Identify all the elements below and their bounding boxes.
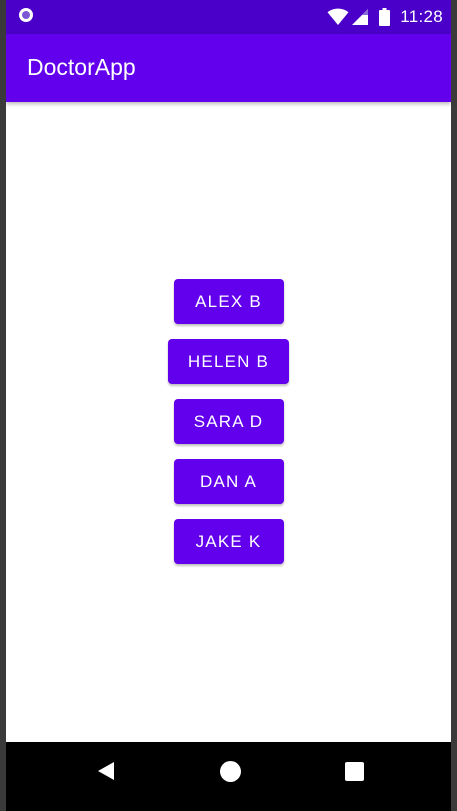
wifi-icon: [327, 8, 349, 25]
app-screen: 11:28 DoctorApp ALEX B HELEN B SARA D DA…: [6, 0, 451, 811]
doctor-button-alex-b[interactable]: ALEX B: [173, 279, 284, 324]
doctor-button-dan-a[interactable]: DAN A: [173, 459, 284, 504]
home-icon[interactable]: [220, 761, 241, 782]
back-icon[interactable]: [95, 760, 117, 782]
status-bar: 11:28: [6, 0, 451, 34]
navigation-bar: [6, 742, 451, 811]
device-frame: 11:28 DoctorApp ALEX B HELEN B SARA D DA…: [0, 0, 457, 811]
status-icons: 11:28: [327, 0, 451, 34]
status-time: 11:28: [400, 7, 443, 26]
notification-icon: [19, 8, 33, 22]
battery-icon: [379, 8, 391, 26]
app-title: DoctorApp: [27, 54, 136, 80]
recents-icon[interactable]: [345, 762, 364, 781]
main-content: ALEX B HELEN B SARA D DAN A JAKE K: [6, 102, 451, 742]
doctor-button-sara-d[interactable]: SARA D: [173, 399, 284, 444]
signal-icon: [352, 9, 369, 25]
doctor-button-helen-b[interactable]: HELEN B: [167, 339, 290, 384]
doctor-button-jake-k[interactable]: JAKE K: [173, 519, 284, 564]
doctor-list: ALEX B HELEN B SARA D DAN A JAKE K: [6, 279, 451, 579]
app-bar: DoctorApp: [6, 34, 451, 102]
